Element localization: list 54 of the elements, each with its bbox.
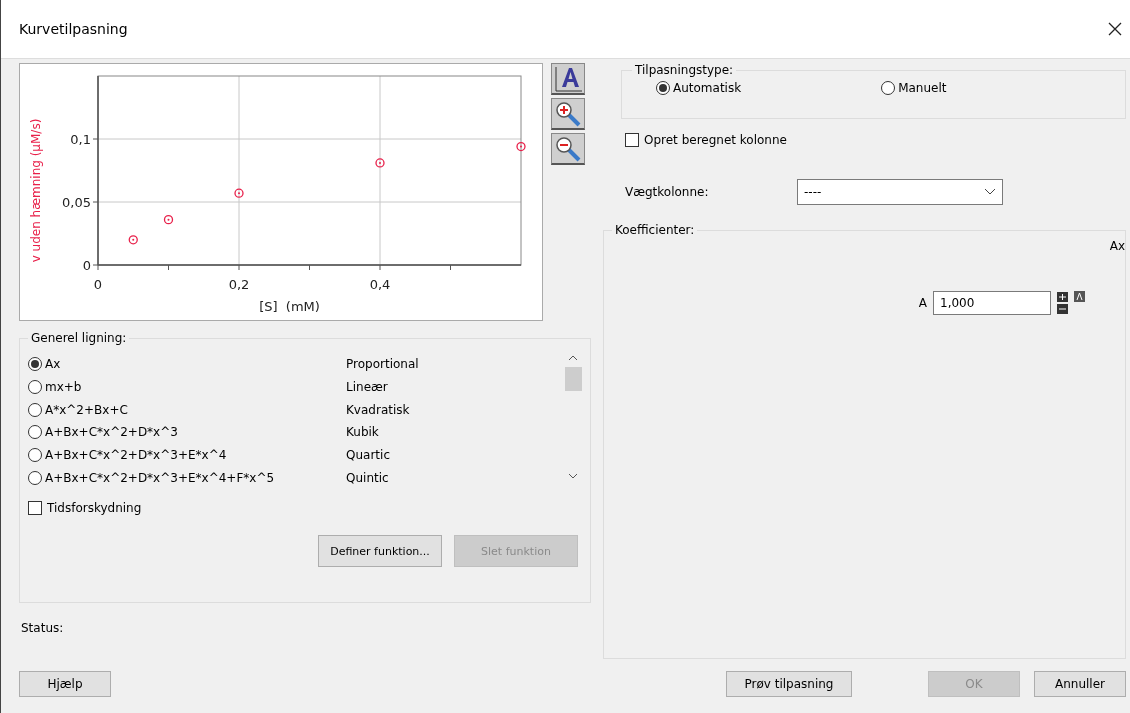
equation-radio[interactable]: A*x^2+Bx+C (28, 402, 346, 417)
status-label: Status: (20, 621, 65, 635)
equation-radio[interactable]: A+Bx+C*x^2+D*x^3+E*x^4+F*x^5 (28, 470, 346, 485)
equation-radio[interactable]: Ax (28, 357, 346, 372)
equation-name: Quintic (346, 470, 390, 485)
fit-type-radio[interactable]: Automatisk (656, 81, 742, 95)
coefficient-label: A (918, 296, 927, 310)
try-fit-button[interactable]: Prøv tilpasning (726, 671, 852, 697)
tick-label: 0 (82, 258, 91, 273)
tick-label: 0,05 (62, 195, 91, 210)
tick-label: 0,4 (369, 277, 391, 292)
equation-name: Kvadratisk (346, 402, 411, 417)
radio-dot[interactable] (28, 425, 42, 440)
scroll-thumb[interactable] (564, 367, 582, 391)
define-function-button[interactable]: Definer funktion... (318, 535, 442, 567)
fit-type-radio[interactable]: Manuelt (881, 81, 947, 95)
x-axis-title: [S] (mM) (259, 299, 320, 314)
zoom-in-icon[interactable] (551, 98, 585, 130)
weight-column-dropdown[interactable]: ---- (797, 179, 1003, 205)
radio-dot[interactable] (656, 81, 670, 95)
group-label: Tilpasningstype: (634, 63, 735, 77)
time-shift-checkbox[interactable]: Tidsforskydning (28, 501, 142, 515)
scroll-up-icon[interactable] (568, 355, 578, 361)
tick-label: 0,1 (70, 132, 91, 147)
zoom-out-icon[interactable] (551, 133, 585, 165)
cancel-button[interactable]: Annuller (1034, 671, 1126, 697)
create-column-checkbox[interactable]: Opret beregnet kolonne (625, 133, 787, 147)
spin-icon[interactable] (1057, 292, 1068, 314)
equation-label: Ax (1109, 239, 1125, 253)
help-button[interactable]: Hjælp (19, 671, 111, 697)
radio-dot[interactable] (28, 357, 42, 372)
window-title: Kurvetilpasning (19, 21, 128, 37)
weight-column-label: Vægtkolonne: (625, 185, 710, 199)
chevron-down-icon (984, 188, 996, 196)
equation-name: Lineær (346, 380, 389, 394)
equation-radio[interactable]: A+Bx+C*x^2+D*x^3 (28, 425, 346, 440)
scroll-down-icon[interactable] (568, 473, 578, 479)
group-label: Generel ligning: (30, 331, 128, 345)
radio-dot[interactable] (28, 470, 42, 485)
equation-name: Quartic (346, 448, 391, 462)
radio-dot[interactable] (28, 402, 42, 417)
radio-dot[interactable] (28, 380, 42, 394)
radio-dot[interactable] (881, 81, 896, 95)
coefficient-field[interactable]: 1,000 (933, 291, 1051, 315)
y-axis-title: v uden hæmning (µM/s) (29, 118, 43, 263)
tick-label: 0 (93, 277, 103, 292)
axis-font-icon[interactable] (551, 63, 585, 95)
equation-radio[interactable]: A+Bx+C*x^2+D*x^3+E*x^4 (28, 448, 346, 462)
equation-radio[interactable]: mx+b (28, 380, 346, 394)
group-label: Koefficienter: (614, 223, 696, 237)
equation-name: Proportional (346, 357, 420, 372)
tick-label: 0,2 (228, 277, 250, 292)
radio-dot[interactable] (28, 448, 42, 462)
equation-name: Kubik (346, 425, 380, 440)
